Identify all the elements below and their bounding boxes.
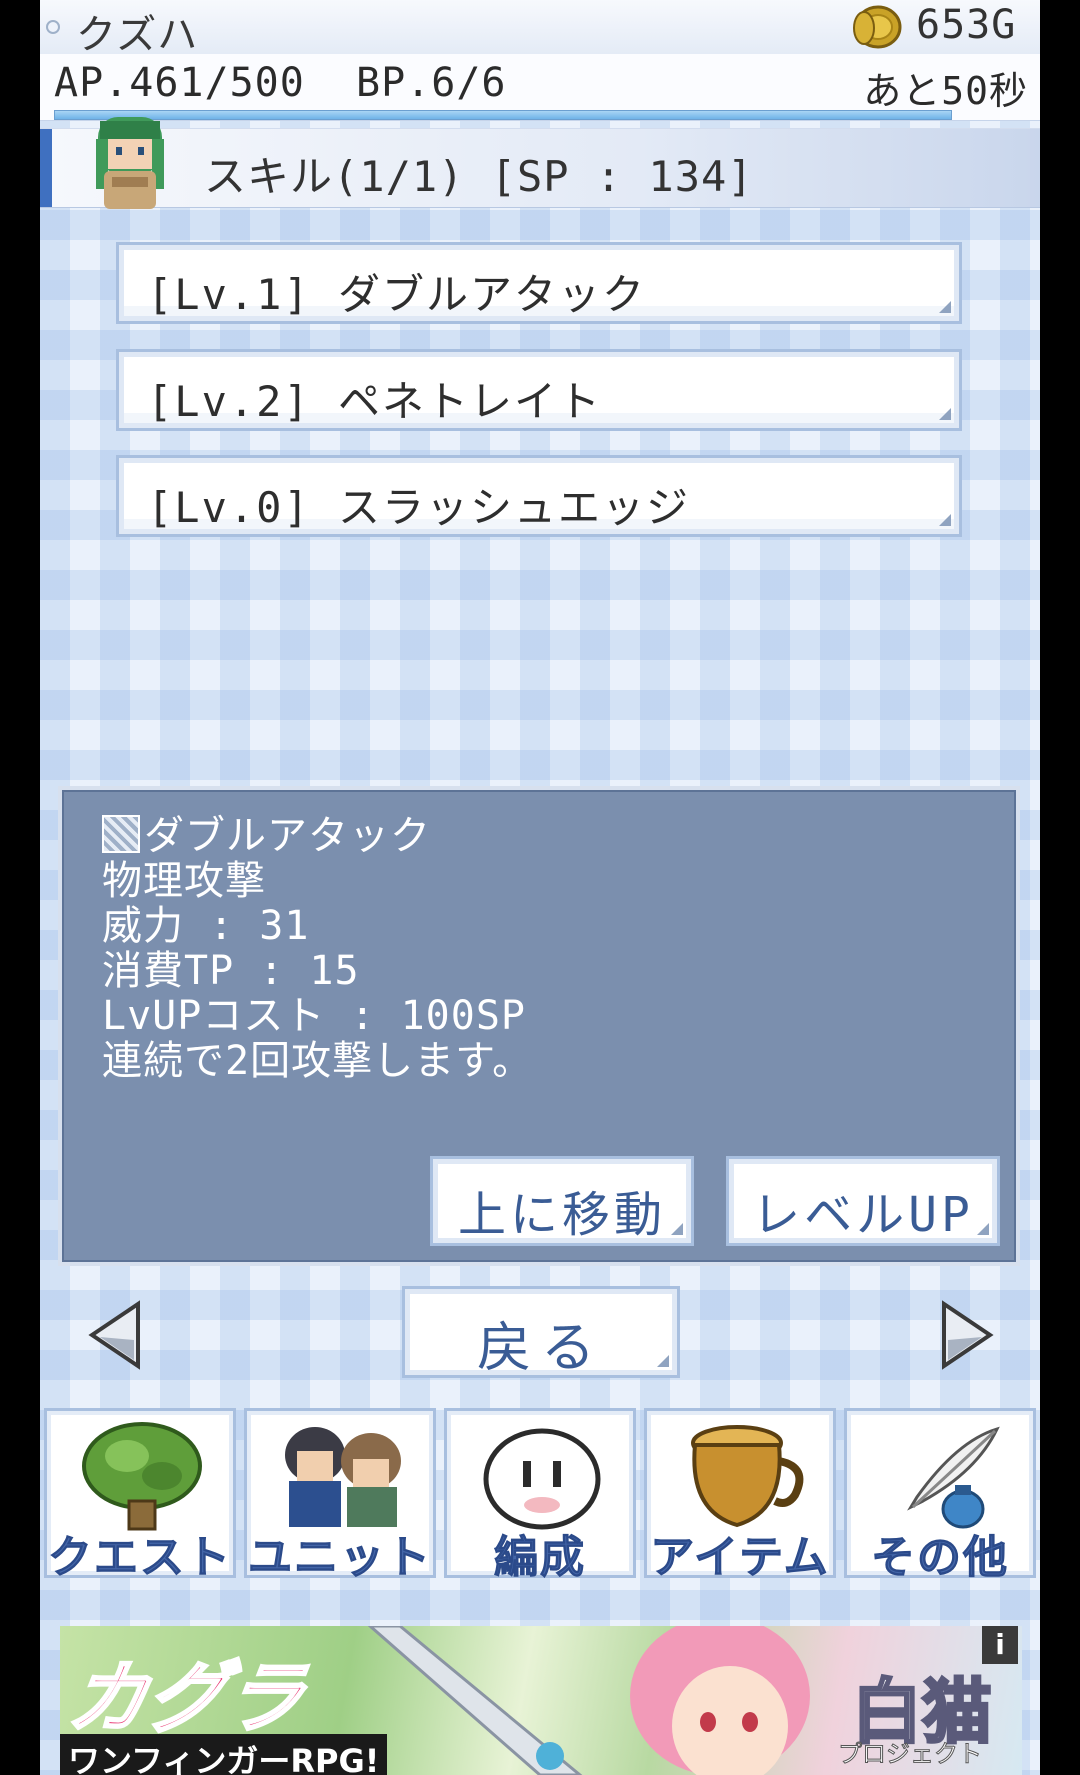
header-accent bbox=[40, 129, 52, 207]
back-button[interactable]: 戻る bbox=[402, 1286, 680, 1379]
level-up-button[interactable]: レベルUP bbox=[726, 1156, 1000, 1246]
corner-mark-icon bbox=[977, 1223, 989, 1235]
game-screen: クズハ 653G AP.461/500 BP.6/6 あと50秒 スキル(1/1… bbox=[40, 0, 1040, 1775]
skill-label: [Lv.1] ダブルアタック bbox=[147, 270, 647, 319]
character-name: クズハ bbox=[76, 12, 199, 58]
corner-mark-icon bbox=[939, 408, 951, 420]
skill-detail-type: 物理攻撃 bbox=[102, 858, 266, 904]
skill-detail-tp-cost: 消費TP : 15 bbox=[102, 948, 360, 994]
status-dot-icon bbox=[46, 20, 60, 34]
pot-icon bbox=[691, 1425, 804, 1528]
move-up-label: 上に移動 bbox=[457, 1187, 666, 1243]
ap-value: AP.461/500 bbox=[54, 60, 305, 106]
skill-detail-lvup-cost: LvUPコスト : 100SP bbox=[102, 993, 526, 1039]
skill-detail-name-row: ダブルアタック bbox=[102, 814, 533, 859]
header-title: スキル(1/1) [SP : 134] bbox=[204, 152, 754, 201]
corner-mark-icon bbox=[939, 301, 951, 313]
nav-quest-button[interactable]: クエスト bbox=[44, 1408, 236, 1584]
nav-formation-button[interactable]: 編成 bbox=[444, 1408, 636, 1584]
nav-unit-button[interactable]: ユニット bbox=[244, 1408, 436, 1584]
party-icon bbox=[285, 1427, 401, 1527]
skill-detail-text: ダブルアタック 物理攻撃 威力 : 31 消費TP : 15 LvUPコスト :… bbox=[102, 814, 533, 1084]
quill-icon bbox=[907, 1426, 1000, 1529]
nav-other-button[interactable]: その他 bbox=[844, 1408, 1036, 1584]
skill-detail-description: 連続で2回攻撃します。 bbox=[102, 1038, 534, 1084]
ad-banner[interactable]: カグラ ワンフィンガーRPG! 白猫 プロジェクト i bbox=[60, 1626, 1022, 1775]
bottom-nav: クエスト ユニット 編成 アイテム その他 bbox=[44, 1408, 1036, 1584]
onigiri-icon bbox=[483, 1428, 601, 1530]
skill-book-icon bbox=[102, 815, 140, 853]
prev-arrow-icon[interactable] bbox=[86, 1300, 146, 1370]
status-bar: クズハ 653G AP.461/500 BP.6/6 あと50秒 bbox=[40, 0, 1040, 121]
nav-other-label: その他 bbox=[871, 1532, 1009, 1584]
skill-item-double-attack[interactable]: [Lv.1] ダブルアタック bbox=[116, 242, 962, 324]
back-label: 戻る bbox=[477, 1316, 605, 1379]
ad-sword-icon bbox=[367, 1626, 583, 1775]
corner-mark-icon bbox=[939, 514, 951, 526]
character-avatar bbox=[96, 117, 164, 209]
stamina-bar bbox=[54, 110, 953, 120]
move-up-button[interactable]: 上に移動 bbox=[430, 1156, 694, 1246]
ad-brand: カグラ bbox=[61, 1653, 311, 1746]
skill-detail-name: ダブルアタック bbox=[144, 813, 431, 859]
nav-unit-label: ユニット bbox=[248, 1532, 432, 1584]
corner-mark-icon bbox=[657, 1355, 669, 1367]
ad-character-art bbox=[630, 1626, 810, 1775]
level-up-label: レベルUP bbox=[752, 1187, 974, 1243]
bp-value: BP.6/6 bbox=[356, 60, 507, 106]
nav-formation-label: 編成 bbox=[494, 1532, 586, 1584]
tree-icon bbox=[82, 1422, 202, 1531]
ad-tagline: ワンフィンガーRPG! bbox=[60, 1734, 388, 1775]
nav-item-button[interactable]: アイテム bbox=[644, 1408, 836, 1584]
skill-header: スキル(1/1) [SP : 134] bbox=[40, 117, 1040, 209]
gold-amount: 653G bbox=[916, 2, 1017, 48]
skill-item-slash-edge[interactable]: [Lv.0] スラッシュエッジ bbox=[116, 455, 962, 537]
nav-quest-label: クエスト bbox=[48, 1532, 232, 1584]
skill-label: [Lv.2] ペネトレイト bbox=[147, 377, 603, 426]
ad-logo-sub: プロジェクト bbox=[838, 1740, 983, 1769]
skill-label: [Lv.0] スラッシュエッジ bbox=[147, 483, 691, 532]
gold-coin-icon bbox=[853, 5, 902, 49]
ad-info-icon[interactable]: i bbox=[982, 1626, 1018, 1664]
corner-mark-icon bbox=[671, 1223, 683, 1235]
recovery-timer: あと50秒 bbox=[863, 69, 1028, 113]
next-arrow-icon[interactable] bbox=[936, 1300, 996, 1370]
nav-item-label: アイテム bbox=[650, 1532, 830, 1584]
skill-detail-power: 威力 : 31 bbox=[102, 903, 310, 949]
skill-item-penetrate[interactable]: [Lv.2] ペネトレイト bbox=[116, 349, 962, 431]
